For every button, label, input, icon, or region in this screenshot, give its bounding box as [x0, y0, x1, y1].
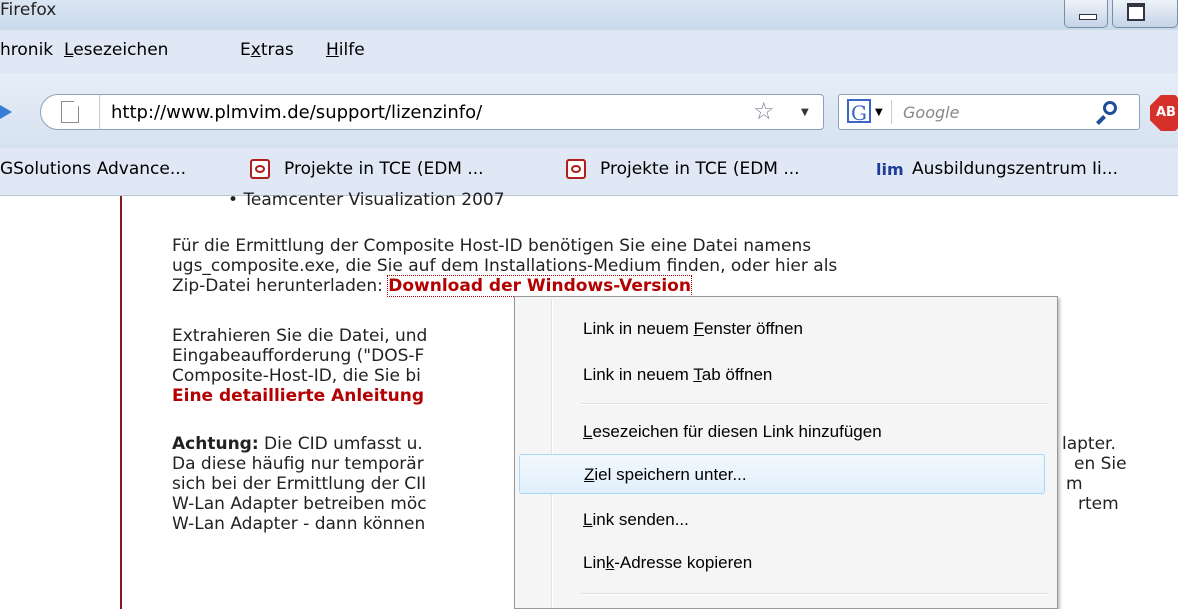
search-divider	[891, 100, 892, 124]
url-divider	[99, 95, 100, 129]
window-title: Firefox	[0, 0, 57, 20]
search-icon[interactable]	[1103, 101, 1117, 115]
search-icon-handle	[1096, 115, 1106, 125]
paragraph-text: lapter.	[1062, 434, 1116, 454]
menu-bar: hronik Lesezeichen Extras Hilfe	[0, 30, 1178, 74]
maximize-icon	[1127, 3, 1145, 21]
url-dropdown-icon[interactable]: ▼	[801, 107, 809, 118]
bookmark-favicon-icon	[250, 159, 270, 179]
menu-item-save-link-as[interactable]: Ziel speichern unter...	[519, 454, 1045, 494]
search-input[interactable]: Google	[903, 103, 959, 122]
maximize-button[interactable]	[1112, 0, 1178, 28]
paragraph-text: Für die Ermittlung der Composite Host-ID…	[172, 236, 812, 256]
paragraph-text: en Sie	[1074, 454, 1127, 474]
url-bar[interactable]: http://www.plmvim.de/support/lizenzinfo/…	[40, 94, 824, 130]
menu-history[interactable]: hronik	[0, 40, 53, 60]
bookmark-star-icon[interactable]: ☆	[753, 99, 775, 123]
menu-item-send-link[interactable]: Link senden...	[519, 500, 1045, 540]
paragraph-text: Composite-Host-ID, die Sie bi	[172, 366, 421, 386]
context-menu: Link in neuem Fenster öffnen Link in neu…	[514, 296, 1058, 609]
paragraph-text: rtem	[1078, 494, 1119, 514]
paragraph-text: Extrahieren Sie die Datei, und	[172, 326, 428, 346]
bookmark-item[interactable]: Ausbildungszentrum Ii...	[912, 159, 1118, 179]
google-engine-icon[interactable]: G	[847, 99, 871, 125]
engine-dropdown-icon[interactable]: ▼	[875, 107, 883, 118]
bookmark-favicon-icon	[566, 159, 586, 179]
title-bar: Firefox	[0, 0, 1178, 30]
menu-separator	[581, 403, 1049, 405]
back-arrow-icon[interactable]	[0, 105, 12, 119]
page-icon	[61, 101, 79, 123]
paragraph-text: Zip-Datei herunterladen: Download der Wi…	[172, 275, 692, 297]
bookmark-item[interactable]: Projekte in TCE (EDM ...	[284, 159, 484, 179]
menu-item-bookmark-link[interactable]: Lesezeichen für diesen Link hinzufügen	[519, 412, 1045, 452]
minimize-icon	[1079, 14, 1097, 20]
menu-item-open-link-new-tab[interactable]: Link in neuem Tab öffnen	[519, 355, 1045, 395]
search-bar[interactable]: G ▼ Google	[838, 94, 1140, 130]
paragraph-text: W-Lan Adapter - dann können	[172, 514, 426, 534]
menu-item-label: Link-Adresse kopieren	[583, 553, 753, 572]
menu-item-label: Link in neuem Fenster öffnen	[583, 319, 803, 338]
bookmarks-toolbar: GSolutions Advance... Projekte in TCE (E…	[0, 148, 1178, 196]
instructions-link[interactable]: Eine detaillierte Anleitung	[172, 386, 424, 406]
paragraph-text: W-Lan Adapter betreiben möc	[172, 494, 427, 514]
menu-item-label: Link senden...	[583, 510, 689, 529]
menu-item-copy-link-location[interactable]: Link-Adresse kopieren	[519, 543, 1045, 583]
bookmark-item[interactable]: GSolutions Advance...	[0, 159, 186, 179]
download-link[interactable]: Download der Windows-Version	[387, 275, 692, 297]
paragraph-text: m	[1066, 474, 1083, 494]
paragraph-text: sich bei der Ermittlung der CII	[172, 474, 427, 494]
url-text[interactable]: http://www.plmvim.de/support/lizenzinfo/	[111, 102, 482, 123]
menu-item-open-link-new-window[interactable]: Link in neuem Fenster öffnen	[519, 309, 1045, 349]
menu-item-label: Ziel speichern unter...	[584, 465, 747, 484]
paragraph-text: Achtung: Die CID umfasst u.	[172, 434, 423, 454]
adblock-icon[interactable]: AB	[1150, 95, 1178, 131]
paragraph-text: Eingabeaufforderung ("DOS-F	[172, 346, 425, 366]
menu-item-label: Link in neuem Tab öffnen	[583, 365, 773, 384]
navigation-toolbar: http://www.plmvim.de/support/lizenzinfo/…	[0, 74, 1178, 148]
menu-separator	[581, 593, 1049, 595]
minimize-button[interactable]	[1064, 0, 1108, 28]
lim-logo-icon: lim	[876, 160, 904, 179]
content-border	[120, 196, 122, 609]
menu-help[interactable]: Hilfe	[326, 40, 365, 60]
list-item: • Teamcenter Visualization 2007	[228, 190, 505, 210]
menu-tools[interactable]: Extras	[240, 40, 294, 60]
menu-bookmarks[interactable]: Lesezeichen	[64, 40, 168, 60]
paragraph-text: ugs_composite.exe, die Sie auf dem Insta…	[172, 256, 838, 276]
paragraph-text: Da diese häufig nur temporär	[172, 454, 424, 474]
menu-item-label: Lesezeichen für diesen Link hinzufügen	[583, 422, 882, 441]
bookmark-item[interactable]: Projekte in TCE (EDM ...	[600, 159, 800, 179]
